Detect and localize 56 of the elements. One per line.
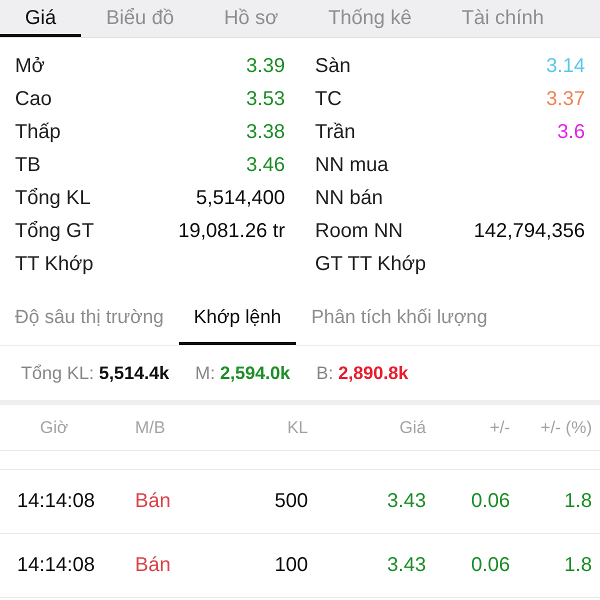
tab[interactable]: Biểu đồ xyxy=(81,0,199,37)
summary-label: B: xyxy=(316,362,334,384)
table-cell: 100 xyxy=(274,554,308,577)
column-header: M/B xyxy=(135,418,166,438)
table-cell: 14:14:08 xyxy=(17,554,95,577)
stat-label: TC xyxy=(315,88,342,111)
stat-label: Tổng GT xyxy=(15,220,94,243)
stat-value: 142,794,356 xyxy=(474,220,585,243)
table-cell: 1.8 xyxy=(564,490,592,513)
summary-value: 2,594.0k xyxy=(220,362,290,384)
table-cell: 1.8 xyxy=(564,554,592,577)
stat-value: 19,081.26 tr xyxy=(178,220,285,243)
stat-value: 5,514,400 xyxy=(196,187,285,210)
table-cell: 500 xyxy=(274,490,308,513)
summary-label: M: xyxy=(195,362,216,384)
column-header: +/- (%) xyxy=(540,418,592,438)
stat-label: Mở xyxy=(15,55,45,78)
stat-label: Trần xyxy=(315,121,356,144)
summary-value: 2,890.8k xyxy=(338,362,408,384)
tab[interactable]: Giá xyxy=(0,0,82,37)
stat-value: 3.46 xyxy=(246,154,285,177)
summary-label: Tổng KL: xyxy=(21,362,94,384)
stat-label: Sàn xyxy=(315,55,351,78)
tab[interactable]: Thống kê xyxy=(303,0,437,37)
column-header: +/- xyxy=(490,418,510,438)
tab[interactable]: Tài chính xyxy=(436,0,569,37)
stat-value: 3.53 xyxy=(246,88,285,111)
stat-label: Cao xyxy=(15,88,52,111)
stat-label: Room NN xyxy=(315,220,403,243)
stat-value: 3.39 xyxy=(246,55,285,78)
column-header: KL xyxy=(287,418,308,438)
stat-label: NN bán xyxy=(315,187,383,210)
tab[interactable]: Khớp lệnh xyxy=(178,293,296,345)
stat-label: Tổng KL xyxy=(15,187,91,210)
stat-label: TT Khớp xyxy=(15,253,94,276)
table-cell: 0.06 xyxy=(471,554,510,577)
tab[interactable]: Phân tích khối lượng xyxy=(296,293,502,345)
stat-value: 3.6 xyxy=(557,121,585,144)
stat-value: 3.38 xyxy=(246,121,285,144)
stat-label: TB xyxy=(15,154,41,177)
stat-label: GT TT Khớp xyxy=(315,253,426,276)
tab[interactable]: Độ sâu thị trường xyxy=(0,293,179,345)
stat-value: 3.14 xyxy=(546,55,585,78)
column-header: Giờ xyxy=(40,418,68,438)
table-cell: 0.06 xyxy=(471,490,510,513)
column-header: Giá xyxy=(400,418,426,438)
table-cell: Bán xyxy=(135,490,171,513)
stat-label: Thấp xyxy=(15,121,61,144)
table-cell: 3.43 xyxy=(387,490,426,513)
table-cell: Bán xyxy=(135,554,171,577)
summary-value: 5,514.4k xyxy=(99,362,170,384)
table-cell: 3.43 xyxy=(387,554,426,577)
table-cell: 14:14:08 xyxy=(17,490,95,513)
stat-label: NN mua xyxy=(315,154,388,177)
tab[interactable]: Hồ sơ xyxy=(198,0,304,37)
stat-value: 3.37 xyxy=(546,88,585,111)
